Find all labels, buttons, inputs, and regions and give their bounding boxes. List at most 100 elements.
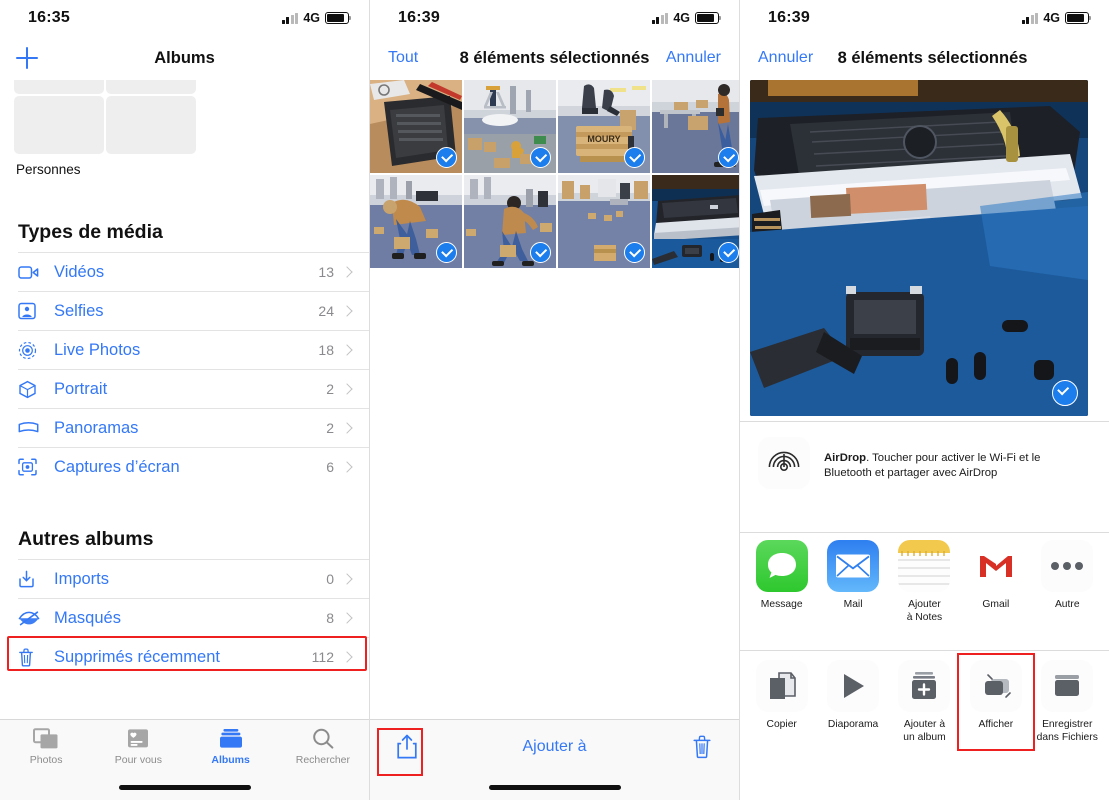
action-label: Copier — [766, 719, 797, 730]
sidebar-item-imports[interactable]: Imports 0 — [18, 559, 369, 598]
thumb-worker-bending[interactable] — [370, 175, 462, 268]
share-target-messages[interactable]: Message — [751, 540, 813, 612]
albums-icon — [219, 729, 242, 748]
people-album-tile[interactable]: Personnes — [0, 80, 369, 177]
share-actions-row: Copier Diaporama Ajouter à un album Affi… — [740, 660, 1109, 760]
battery-icon — [695, 12, 722, 24]
tab-for-you[interactable]: Pour vous — [92, 720, 184, 774]
selected-check-icon[interactable] — [718, 242, 739, 263]
share-target-more[interactable]: Autre — [1036, 540, 1098, 612]
live-photo-icon — [18, 341, 44, 360]
selected-check-icon[interactable] — [530, 147, 551, 168]
select-all-button[interactable]: Tout — [388, 49, 418, 67]
share-target-notes[interactable]: Ajouter à Notes — [893, 540, 955, 625]
people-album-label: Personnes — [16, 162, 81, 177]
photos-icon — [33, 728, 58, 749]
divider — [740, 421, 1109, 422]
add-album-icon — [898, 660, 951, 712]
people-thumb-placeholder — [106, 80, 196, 94]
thumb-moury-crate[interactable]: MOURY — [558, 80, 650, 173]
row-label: Panoramas — [54, 418, 139, 437]
row-label: Supprimés récemment — [54, 647, 220, 666]
action-add-to-album[interactable]: Ajouter à un album — [893, 660, 955, 745]
svg-text:MOURY: MOURY — [587, 134, 620, 144]
thumb-worker-lifting[interactable] — [464, 175, 556, 268]
action-label: Ajouter à un album — [903, 719, 946, 743]
share-apps-row: Message Mail Ajouter à Notes Gmail Autre — [740, 540, 1109, 640]
mail-icon — [827, 540, 880, 592]
cancel-button[interactable]: Annuler — [758, 49, 813, 67]
people-thumb-placeholder — [106, 96, 196, 154]
selected-check-icon[interactable] — [530, 242, 551, 263]
airdrop-row[interactable]: AirDrop. Toucher pour activer le Wi-Fi e… — [740, 425, 1109, 515]
action-slideshow[interactable]: Diaporama — [822, 660, 884, 732]
thumb-worker-walking[interactable] — [652, 80, 739, 173]
selected-check-icon[interactable] — [1052, 380, 1078, 406]
screen-share-sheet: 16:39 4G Annuler 8 éléments sélectionnés — [740, 0, 1109, 800]
tab-photos[interactable]: Photos — [0, 720, 92, 774]
share-target-mail[interactable]: Mail — [822, 540, 884, 612]
section-heading: Types de média — [18, 221, 163, 243]
section-media-types: Types de média Vidéos 13 Selfies 24 Live… — [0, 221, 369, 486]
tab-albums[interactable]: Albums — [185, 720, 277, 774]
selected-check-icon[interactable] — [436, 147, 457, 168]
chevron-right-icon — [341, 383, 353, 395]
add-to-button[interactable]: Ajouter à — [522, 738, 586, 756]
for-you-icon — [128, 729, 149, 748]
trash-icon — [18, 647, 44, 667]
chevron-right-icon — [341, 266, 353, 278]
sidebar-item-selfies[interactable]: Selfies 24 — [18, 291, 369, 330]
albums-scroll-area[interactable]: Personnes Types de média Vidéos 13 Selfi… — [0, 80, 369, 720]
row-label: Selfies — [54, 301, 104, 320]
sidebar-item-hidden[interactable]: Masqués 8 — [18, 598, 369, 637]
airdrop-title: AirDrop — [824, 452, 867, 464]
action-unhide[interactable]: Afficher — [965, 660, 1027, 732]
sidebar-item-videos[interactable]: Vidéos 13 — [18, 252, 369, 291]
section-other-albums: Autres albums Imports 0 Masqués 8 Suppri… — [0, 528, 369, 676]
selected-check-icon[interactable] — [436, 242, 457, 263]
network-label: 4G — [1043, 11, 1060, 25]
row-label: Portrait — [54, 379, 108, 398]
row-label: Masqués — [54, 608, 121, 627]
selection-toolbar: Ajouter à — [370, 719, 739, 800]
delete-button[interactable] — [687, 735, 717, 759]
screen-albums-list: 16:35 4G Albums Personnes Types de média… — [0, 0, 370, 800]
selected-check-icon[interactable] — [624, 147, 645, 168]
tab-search[interactable]: Rechercher — [277, 720, 369, 774]
app-label: Autre — [1054, 599, 1080, 610]
thumb-empty-floor[interactable] — [558, 175, 650, 268]
people-thumb-placeholder — [14, 80, 104, 94]
video-icon — [18, 265, 44, 280]
cancel-button[interactable]: Annuler — [666, 49, 721, 67]
phone-repair-photo[interactable] — [750, 80, 1088, 416]
add-album-plus-icon[interactable] — [16, 47, 38, 69]
navigation-bar: Albums — [0, 36, 369, 80]
selected-check-icon[interactable] — [624, 242, 645, 263]
app-label: Gmail — [982, 599, 1010, 610]
sidebar-item-portrait[interactable]: Portrait 2 — [18, 369, 369, 408]
share-button[interactable] — [392, 734, 422, 760]
thumb-laptop-teardown[interactable] — [652, 175, 739, 268]
action-copy[interactable]: Copier — [751, 660, 813, 732]
sidebar-item-panoramas[interactable]: Panoramas 2 — [18, 408, 369, 447]
row-count: 13 — [318, 264, 334, 280]
unhide-icon — [969, 660, 1022, 712]
sidebar-item-recently-deleted[interactable]: Supprimés récemment 112 — [18, 637, 369, 676]
thumb-keyboard-parts[interactable] — [370, 80, 462, 173]
thumb-office-ladder[interactable] — [464, 80, 556, 173]
selected-check-icon[interactable] — [718, 147, 739, 168]
status-indicators: 4G — [651, 11, 722, 25]
share-target-gmail[interactable]: Gmail — [965, 540, 1027, 612]
chevron-right-icon — [341, 344, 353, 356]
row-label: Captures d’écran — [54, 457, 180, 476]
divider — [740, 532, 1109, 533]
tab-label: Albums — [211, 754, 250, 766]
sidebar-item-screenshots[interactable]: Captures d’écran 6 — [18, 447, 369, 486]
section-heading: Autres albums — [18, 528, 154, 550]
messages-icon — [755, 540, 808, 592]
action-save-to-files[interactable]: Enregistrer dans Fichiers — [1036, 660, 1098, 745]
sidebar-item-live-photos[interactable]: Live Photos 18 — [18, 330, 369, 369]
status-time: 16:39 — [398, 9, 440, 26]
airdrop-description: AirDrop. Toucher pour activer le Wi-Fi e… — [810, 437, 1091, 482]
row-count: 24 — [318, 303, 334, 319]
